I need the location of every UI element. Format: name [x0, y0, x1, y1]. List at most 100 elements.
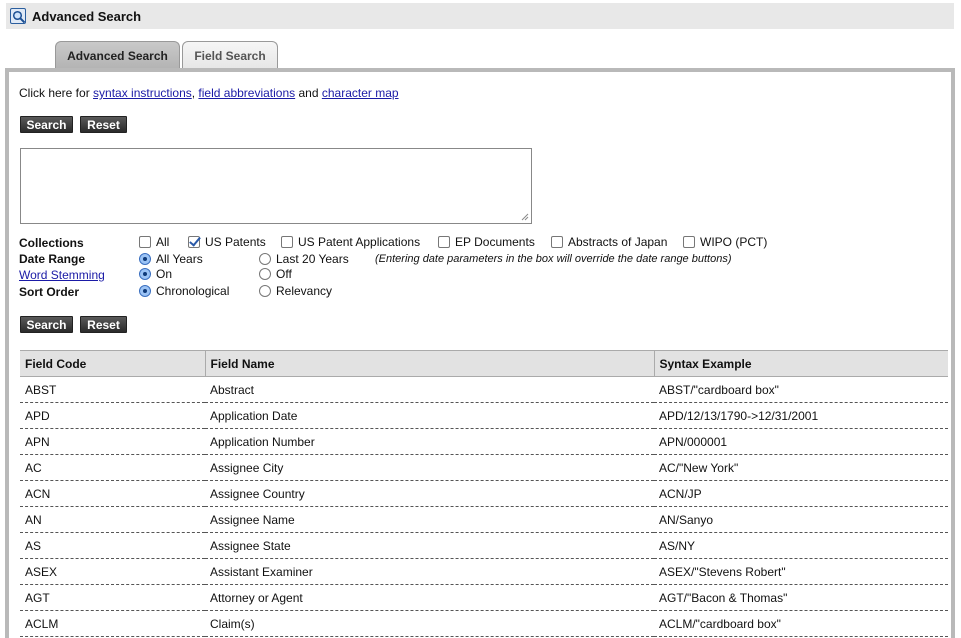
field-code-cell: APN	[20, 428, 205, 455]
syntax-example-cell: ABST/"cardboard box"	[654, 376, 948, 403]
field-name-cell: Abstract	[205, 376, 654, 403]
radio-icon	[259, 253, 271, 265]
field-abbreviations-link[interactable]: field abbreviations	[198, 86, 295, 100]
syntax-example-cell: APD/12/13/1790->12/31/2001	[654, 402, 948, 429]
field-name-cell: Claim(s)	[205, 610, 654, 637]
table-row: AC Assignee City AC/"New York"	[20, 454, 948, 481]
column-header-field-name: Field Name	[204, 350, 654, 377]
radio-label: Last 20 Years	[276, 252, 349, 266]
syntax-example-cell: ASEX/"Stevens Robert"	[654, 558, 948, 585]
table-header-row: Field Code Field Name Syntax Example	[20, 350, 948, 377]
collection-ep-documents-checkbox[interactable]: EP Documents	[438, 235, 535, 249]
date-range-note: (Entering date parameters in the box wil…	[375, 253, 732, 265]
syntax-example-cell: ACN/JP	[654, 480, 948, 507]
reset-button-bottom[interactable]: Reset	[80, 316, 127, 333]
search-button[interactable]: Search	[20, 116, 73, 133]
word-stemming-link[interactable]: Word Stemming	[19, 268, 105, 282]
checkbox-icon	[281, 236, 293, 248]
checkbox-checked-icon	[188, 236, 200, 248]
resize-grip-icon[interactable]	[521, 213, 529, 221]
help-separator: and	[295, 86, 322, 100]
field-code-cell: ABST	[20, 376, 205, 403]
syntax-example-cell: APN/000001	[654, 428, 948, 455]
sort-order-relevancy-radio[interactable]: Relevancy	[259, 284, 332, 298]
table-row: ACN Assignee Country ACN/JP	[20, 480, 948, 507]
table-row: APN Application Number APN/000001	[20, 428, 948, 455]
table-row: AS Assignee State AS/NY	[20, 532, 948, 559]
syntax-example-cell: AS/NY	[654, 532, 948, 559]
help-links: Click here for syntax instructions, fiel…	[19, 86, 399, 100]
collection-us-patent-applications-checkbox[interactable]: US Patent Applications	[281, 235, 420, 249]
search-panel: Click here for syntax instructions, fiel…	[5, 68, 955, 638]
field-code-cell: AGT	[20, 584, 205, 611]
radio-selected-icon	[139, 253, 151, 265]
field-code-cell: ASEX	[20, 558, 205, 585]
radio-label: Off	[276, 267, 292, 281]
field-name-cell: Assignee State	[205, 532, 654, 559]
field-codes-table: Field Code Field Name Syntax Example ABS…	[20, 350, 948, 637]
field-name-cell: Assignee Country	[205, 480, 654, 507]
character-map-link[interactable]: character map	[322, 86, 399, 100]
sort-order-label: Sort Order	[19, 285, 80, 299]
tab-field-search[interactable]: Field Search	[182, 41, 278, 69]
radio-label: All Years	[156, 252, 203, 266]
field-code-cell: AN	[20, 506, 205, 533]
magnifier-icon	[10, 8, 26, 24]
table-row: ASEX Assistant Examiner ASEX/"Stevens Ro…	[20, 558, 948, 585]
reset-button[interactable]: Reset	[80, 116, 127, 133]
column-header-syntax-example: Syntax Example	[653, 350, 948, 377]
radio-icon	[259, 285, 271, 297]
page-title: Advanced Search	[32, 8, 142, 24]
radio-label: Chronological	[156, 284, 230, 298]
checkbox-icon	[139, 236, 151, 248]
field-name-cell: Assignee Name	[205, 506, 654, 533]
table-row: AN Assignee Name AN/Sanyo	[20, 506, 948, 533]
collection-all-checkbox[interactable]: All	[139, 235, 169, 249]
checkbox-icon	[551, 236, 563, 248]
date-range-all-years-radio[interactable]: All Years	[139, 252, 203, 266]
checkbox-icon	[683, 236, 695, 248]
collection-label: All	[156, 235, 170, 249]
collection-label: US Patents	[205, 235, 266, 249]
date-range-label: Date Range	[19, 252, 86, 266]
syntax-instructions-link[interactable]: syntax instructions	[93, 86, 192, 100]
syntax-example-cell: AC/"New York"	[654, 454, 948, 481]
field-name-cell: Application Number	[205, 428, 654, 455]
syntax-example-cell: AN/Sanyo	[654, 506, 948, 533]
field-name-cell: Attorney or Agent	[205, 584, 654, 611]
field-code-cell: ACLM	[20, 610, 205, 637]
table-row: AGT Attorney or Agent AGT/"Bacon & Thoma…	[20, 584, 948, 611]
collection-abstracts-of-japan-checkbox[interactable]: Abstracts of Japan	[551, 235, 667, 249]
tab-bar: Advanced Search Field Search	[55, 41, 280, 69]
table-row: ABST Abstract ABST/"cardboard box"	[20, 376, 948, 403]
query-textarea[interactable]	[20, 148, 532, 224]
column-header-field-code: Field Code	[20, 350, 205, 377]
table-row: ACLM Claim(s) ACLM/"cardboard box"	[20, 610, 948, 637]
syntax-example-cell: AGT/"Bacon & Thomas"	[654, 584, 948, 611]
tab-advanced-search[interactable]: Advanced Search	[55, 41, 180, 69]
table-row: APD Application Date APD/12/13/1790->12/…	[20, 402, 948, 429]
field-code-cell: AS	[20, 532, 205, 559]
syntax-example-cell: ACLM/"cardboard box"	[654, 610, 948, 637]
sort-order-chronological-radio[interactable]: Chronological	[139, 284, 229, 298]
field-name-cell: Application Date	[205, 402, 654, 429]
collections-label: Collections	[19, 236, 84, 250]
radio-selected-icon	[139, 268, 151, 280]
date-range-last-20-years-radio[interactable]: Last 20 Years	[259, 252, 349, 266]
radio-selected-icon	[139, 285, 151, 297]
collection-us-patents-checkbox[interactable]: US Patents	[188, 235, 266, 249]
field-name-cell: Assignee City	[205, 454, 654, 481]
collection-label: WIPO (PCT)	[700, 235, 768, 249]
page-header: Advanced Search	[6, 3, 954, 29]
field-code-cell: ACN	[20, 480, 205, 507]
word-stemming-on-radio[interactable]: On	[139, 267, 172, 281]
checkbox-icon	[438, 236, 450, 248]
word-stemming-off-radio[interactable]: Off	[259, 267, 292, 281]
field-name-cell: Assistant Examiner	[205, 558, 654, 585]
collection-label: EP Documents	[455, 235, 535, 249]
radio-label: On	[156, 267, 173, 281]
search-button-bottom[interactable]: Search	[20, 316, 73, 333]
field-code-cell: APD	[20, 402, 205, 429]
collection-wipo-checkbox[interactable]: WIPO (PCT)	[683, 235, 767, 249]
field-code-cell: AC	[20, 454, 205, 481]
